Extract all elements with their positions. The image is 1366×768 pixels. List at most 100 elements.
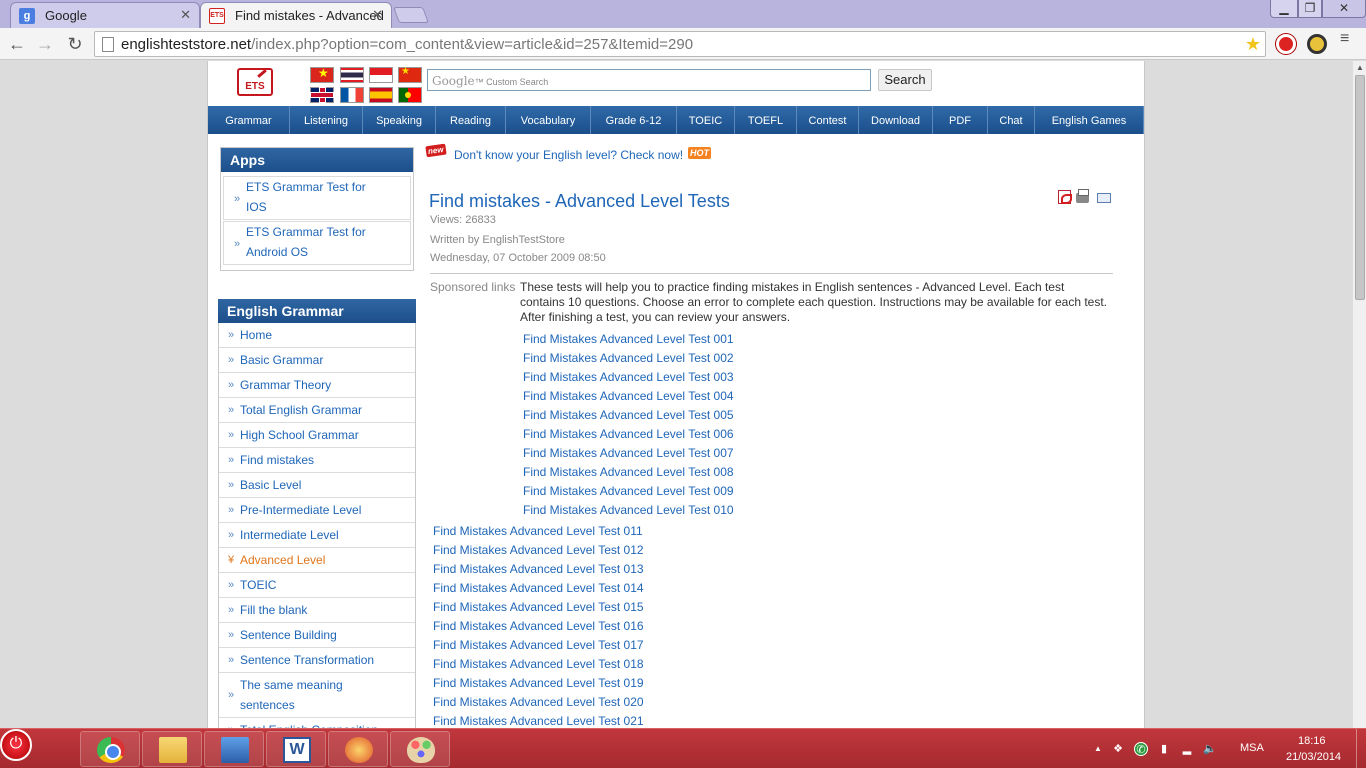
test-link[interactable]: Find Mistakes Advanced Level Test 014 xyxy=(433,581,644,595)
taskbar-app[interactable] xyxy=(204,731,264,767)
test-link[interactable]: Find Mistakes Advanced Level Test 017 xyxy=(433,638,644,652)
test-link[interactable]: Find Mistakes Advanced Level Test 016 xyxy=(433,619,644,633)
volume-icon[interactable]: 🔈 xyxy=(1203,742,1217,756)
spain-flag-icon[interactable] xyxy=(369,87,393,103)
grammar-item-high-school-grammar[interactable]: » High School Grammar xyxy=(219,423,415,448)
scrollbar-thumb[interactable] xyxy=(1355,75,1365,300)
grammar-item-home[interactable]: » Home xyxy=(219,323,415,348)
new-tab-button[interactable] xyxy=(393,7,429,23)
nav-english-games[interactable]: English Games xyxy=(1035,106,1144,134)
portugal-flag-icon[interactable] xyxy=(398,87,422,103)
app-link-android[interactable]: » ETS Grammar Test for Android OS xyxy=(223,221,411,265)
check-level-link[interactable]: Don't know your English level? Check now… xyxy=(454,148,683,162)
grammar-item-grammar-theory[interactable]: » Grammar Theory xyxy=(219,373,415,398)
test-link[interactable]: Find Mistakes Advanced Level Test 009 xyxy=(523,484,734,498)
taskbar-explorer[interactable] xyxy=(142,731,202,767)
search-button[interactable]: Search xyxy=(878,69,932,91)
grammar-item-total-english-composition[interactable]: »Total English Composition xyxy=(219,718,415,728)
messenger-icon[interactable]: ✆ xyxy=(1134,742,1148,756)
nav-grade-6-12[interactable]: Grade 6-12 xyxy=(591,106,677,134)
test-link[interactable]: Find Mistakes Advanced Level Test 005 xyxy=(523,408,734,422)
clock-date[interactable]: 21/03/2014 xyxy=(1286,751,1341,763)
back-arrow-icon[interactable]: ← xyxy=(6,33,28,55)
language-indicator[interactable]: MSA xyxy=(1240,742,1264,754)
ets-logo[interactable]: ETS xyxy=(237,68,273,96)
bookmark-star-icon[interactable]: ★ xyxy=(1245,34,1261,55)
nav-download[interactable]: Download xyxy=(859,106,933,134)
grammar-item-sentence-building[interactable]: » Sentence Building xyxy=(219,623,415,648)
grammar-item-total-english-grammar[interactable]: » Total English Grammar xyxy=(219,398,415,423)
test-link[interactable]: Find Mistakes Advanced Level Test 008 xyxy=(523,465,734,479)
vietnam-flag-icon[interactable] xyxy=(310,66,334,83)
search-input[interactable]: Google™ Custom Search xyxy=(427,69,871,91)
test-link[interactable]: Find Mistakes Advanced Level Test 004 xyxy=(523,389,734,403)
show-hidden-icons-icon[interactable]: ▲ xyxy=(1094,742,1102,756)
taskbar-word[interactable]: W xyxy=(266,731,326,767)
network-signal-icon[interactable]: ▂ xyxy=(1180,742,1194,756)
close-tab-icon[interactable]: ✕ xyxy=(180,7,191,23)
test-link[interactable]: Find Mistakes Advanced Level Test 002 xyxy=(523,351,734,365)
nav-listening[interactable]: Listening xyxy=(290,106,363,134)
tab-google[interactable]: g Google ✕ xyxy=(10,2,200,28)
email-icon[interactable] xyxy=(1097,193,1111,203)
menu-icon[interactable]: ≡ xyxy=(1340,31,1358,47)
extension-icon[interactable] xyxy=(1307,34,1327,54)
battery-icon[interactable]: ▮ xyxy=(1157,742,1171,756)
test-link[interactable]: Find Mistakes Advanced Level Test 006 xyxy=(523,427,734,441)
grammar-item-fill-the-blank[interactable]: » Fill the blank xyxy=(219,598,415,623)
vertical-scrollbar[interactable]: ▲ xyxy=(1352,61,1366,728)
grammar-item-advanced-level[interactable]: ¥ Advanced Level xyxy=(219,548,415,573)
nav-grammar[interactable]: Grammar xyxy=(208,106,290,134)
grammar-item-intermediate-level[interactable]: » Intermediate Level xyxy=(219,523,415,548)
dropbox-icon[interactable]: ❖ xyxy=(1111,742,1125,756)
minimize-button[interactable]: ▁ xyxy=(1270,0,1298,18)
scroll-up-icon[interactable]: ▲ xyxy=(1356,63,1364,72)
taskbar-app5[interactable] xyxy=(328,731,388,767)
start-power-icon[interactable]: ⏻ xyxy=(0,729,32,761)
clock-time[interactable]: 18:16 xyxy=(1298,735,1326,747)
forward-arrow-icon[interactable]: → xyxy=(34,33,56,55)
grammar-item-basic-level[interactable]: » Basic Level xyxy=(219,473,415,498)
reload-icon[interactable]: ↻ xyxy=(64,33,86,55)
tab-find-mistakes[interactable]: ETS Find mistakes - Advanced ✕ xyxy=(200,2,392,28)
test-link[interactable]: Find Mistakes Advanced Level Test 018 xyxy=(433,657,644,671)
thailand-flag-icon[interactable] xyxy=(340,67,364,83)
close-tab-icon[interactable]: ✕ xyxy=(372,7,383,23)
app-link-ios[interactable]: » ETS Grammar Test for IOS xyxy=(223,176,411,220)
france-flag-icon[interactable] xyxy=(340,87,364,103)
test-link[interactable]: Find Mistakes Advanced Level Test 019 xyxy=(433,676,644,690)
test-link[interactable]: Find Mistakes Advanced Level Test 013 xyxy=(433,562,644,576)
uk-flag-icon[interactable] xyxy=(310,87,334,103)
test-link[interactable]: Find Mistakes Advanced Level Test 011 xyxy=(433,524,643,538)
pdf-icon[interactable] xyxy=(1058,190,1072,204)
page-title[interactable]: Find mistakes - Advanced Level Tests xyxy=(429,191,730,212)
test-link[interactable]: Find Mistakes Advanced Level Test 001 xyxy=(523,332,734,346)
extension-stop-icon[interactable] xyxy=(1276,34,1296,54)
test-link[interactable]: Find Mistakes Advanced Level Test 021 xyxy=(433,714,644,728)
nav-reading[interactable]: Reading xyxy=(436,106,506,134)
test-link[interactable]: Find Mistakes Advanced Level Test 015 xyxy=(433,600,644,614)
show-desktop-button[interactable] xyxy=(1356,729,1366,768)
nav-toeic[interactable]: TOEIC xyxy=(677,106,735,134)
grammar-item-pre-intermediate-level[interactable]: » Pre-Intermediate Level xyxy=(219,498,415,523)
nav-toefl[interactable]: TOEFL xyxy=(735,106,797,134)
grammar-item-basic-grammar[interactable]: » Basic Grammar xyxy=(219,348,415,373)
print-icon[interactable] xyxy=(1076,189,1089,203)
nav-pdf[interactable]: PDF xyxy=(933,106,988,134)
nav-contest[interactable]: Contest xyxy=(797,106,859,134)
taskbar-chrome[interactable] xyxy=(80,731,140,767)
maximize-button[interactable]: ❐ xyxy=(1298,0,1322,18)
grammar-item-toeic[interactable]: » TOEIC xyxy=(219,573,415,598)
nav-chat[interactable]: Chat xyxy=(988,106,1035,134)
grammar-item-find-mistakes[interactable]: » Find mistakes xyxy=(219,448,415,473)
nav-speaking[interactable]: Speaking xyxy=(363,106,436,134)
test-link[interactable]: Find Mistakes Advanced Level Test 020 xyxy=(433,695,644,709)
nav-vocabulary[interactable]: Vocabulary xyxy=(506,106,591,134)
indonesia-flag-icon[interactable] xyxy=(369,67,393,83)
taskbar-paint[interactable] xyxy=(390,731,450,767)
grammar-item-same-meaning[interactable]: » The same meaning sentences xyxy=(219,673,415,718)
china-flag-icon[interactable] xyxy=(398,66,422,83)
test-link[interactable]: Find Mistakes Advanced Level Test 003 xyxy=(523,370,734,384)
address-bar[interactable]: englishteststore.net/index.php?option=co… xyxy=(94,31,1266,57)
test-link[interactable]: Find Mistakes Advanced Level Test 012 xyxy=(433,543,644,557)
